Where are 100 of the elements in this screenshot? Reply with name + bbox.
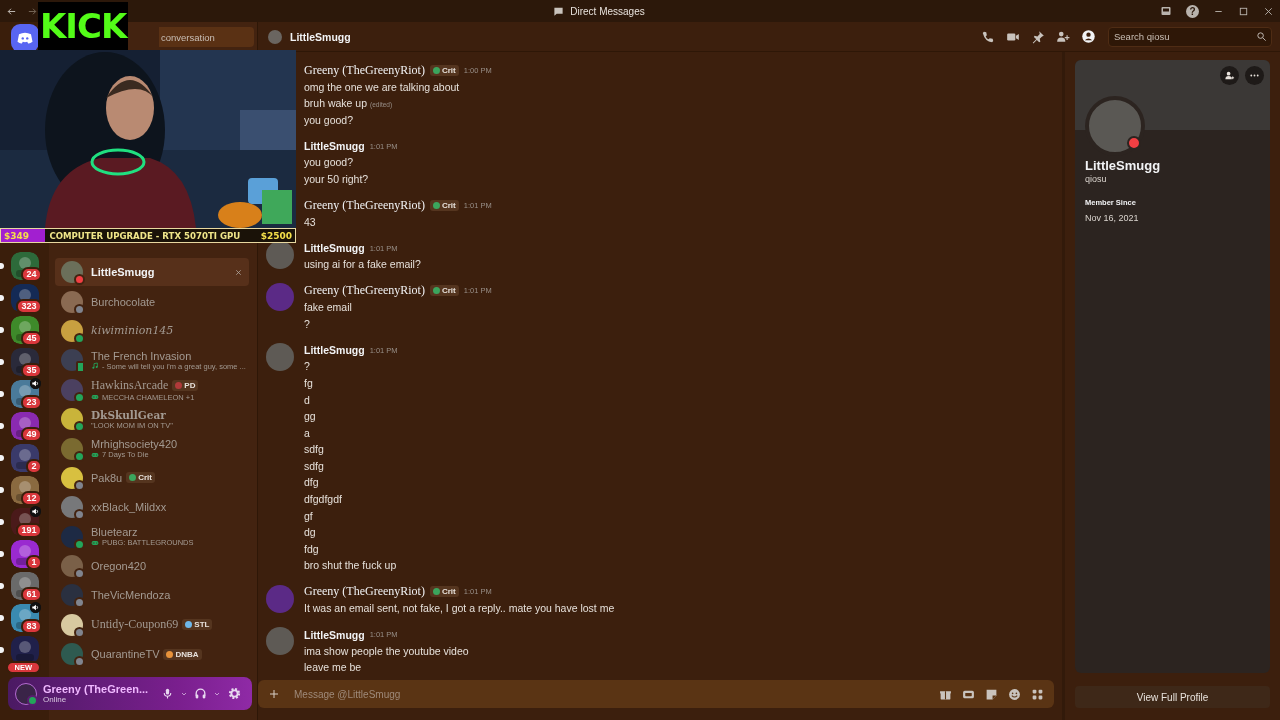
- unread-badge: 1: [26, 555, 42, 570]
- microphone-icon[interactable]: [161, 687, 174, 700]
- avatar: [61, 290, 83, 313]
- unread-indicator: [0, 647, 4, 653]
- inbox-icon[interactable]: [1160, 5, 1172, 17]
- dm-name: DkSkullGear: [91, 408, 166, 421]
- window-title: Direct Messages: [570, 5, 645, 17]
- unread-badge: 35: [21, 363, 42, 378]
- dm-name: Burchocolate: [91, 295, 156, 308]
- author-name[interactable]: Greeny (TheGreenyRiot): [304, 283, 425, 299]
- search-field[interactable]: Search qiosu: [1108, 26, 1272, 47]
- close-icon[interactable]: [234, 267, 243, 277]
- unread-indicator: [0, 359, 4, 365]
- dm-name: Untidy-Coupon69: [91, 617, 179, 633]
- status-dot: [1127, 136, 1141, 150]
- add-person-icon: [1224, 70, 1235, 81]
- unread-indicator: [0, 455, 4, 461]
- dm-item[interactable]: QuarantineTV DNBA: [55, 640, 249, 669]
- dm-name: Pak8u: [91, 471, 123, 484]
- emoji-icon[interactable]: [1008, 687, 1021, 701]
- author-name[interactable]: Greeny (TheGreenyRiot): [304, 197, 425, 213]
- dm-item[interactable]: LittleSmugg: [55, 258, 249, 287]
- conversation-search-button[interactable]: conversation: [159, 27, 254, 47]
- add-people-icon[interactable]: [1056, 29, 1070, 44]
- phone-icon[interactable]: [981, 29, 995, 44]
- message-text: gf: [304, 509, 313, 522]
- stream-logo: KICK: [38, 2, 129, 50]
- headphones-icon[interactable]: [194, 687, 207, 700]
- close-icon[interactable]: [1263, 5, 1274, 17]
- view-full-profile-button[interactable]: View Full Profile: [1075, 686, 1270, 708]
- dm-item[interactable]: Oregon420: [55, 551, 249, 581]
- settings-icon[interactable]: [227, 686, 242, 701]
- channel-title: LittleSmugg: [290, 30, 352, 43]
- dm-item[interactable]: kiwiminion145: [55, 316, 249, 346]
- guild-tag: STL: [182, 619, 213, 631]
- message-text: gg: [304, 410, 316, 423]
- profile-username: qiosu: [1085, 174, 1108, 184]
- message-field[interactable]: Message @LittleSmugg: [294, 685, 925, 703]
- message-text: d: [304, 393, 310, 406]
- author-name[interactable]: LittleSmugg: [304, 242, 365, 255]
- unread-badge: 23: [21, 395, 42, 410]
- guild-tag: Crit: [429, 586, 459, 598]
- back-arrow-icon[interactable]: [6, 5, 17, 17]
- search-icon: [1256, 30, 1267, 42]
- author-name[interactable]: LittleSmugg: [304, 628, 365, 641]
- dm-name: QuarantineTV: [91, 648, 160, 661]
- dm-name: Mrhighsociety420: [91, 438, 178, 451]
- avatar: [61, 319, 83, 342]
- dm-item[interactable]: Burchocolate: [55, 287, 249, 316]
- status-dot: [27, 694, 38, 706]
- unread-badge: 2: [26, 459, 42, 474]
- message-text: It was an email sent, not fake, I got a reply.. mate you have lost me: [304, 602, 615, 615]
- forward-arrow-icon[interactable]: [27, 5, 38, 17]
- dm-item[interactable]: TheVicMendoza: [55, 581, 249, 610]
- message-text: fdg: [304, 542, 319, 555]
- unread-badge: 61: [21, 587, 42, 602]
- avatar: [61, 525, 83, 548]
- goal-title: COMPUTER UPGRADE - RTX 5070TI GPU: [48, 230, 242, 241]
- guild-tag: DNBA: [163, 648, 202, 660]
- dm-item[interactable]: xxBlack_Mildxx: [55, 493, 249, 522]
- author-name[interactable]: LittleSmugg: [304, 140, 365, 153]
- author-name[interactable]: Greeny (TheGreenyRiot): [304, 584, 425, 600]
- message-text: bro shut the fuck up: [304, 559, 397, 572]
- message-text: leave me be: [304, 661, 362, 674]
- unread-indicator: [0, 551, 4, 557]
- unread-indicator: [0, 391, 4, 397]
- profile-name: LittleSmugg: [1085, 158, 1162, 173]
- avatar: [268, 29, 282, 44]
- message-text: fake email: [304, 301, 352, 314]
- user-name: Greeny (TheGreen...: [43, 683, 150, 695]
- discord-home-button[interactable]: [10, 24, 39, 52]
- user-avatar[interactable]: [15, 682, 37, 705]
- guild-tag: Crit: [429, 64, 459, 76]
- message-text: dfgdfgdf: [304, 493, 342, 506]
- message-text: using ai for a fake email?: [304, 258, 421, 271]
- author-name[interactable]: Greeny (TheGreenyRiot): [304, 62, 425, 78]
- unread-badge: 83: [21, 619, 42, 634]
- sticker-icon[interactable]: [985, 687, 998, 701]
- dm-name: HawkinsArcade: [91, 377, 169, 393]
- unread-badge: 191: [16, 523, 42, 538]
- message-text: ?: [304, 360, 310, 373]
- pin-icon[interactable]: [1031, 29, 1045, 44]
- unread-badge: 12: [21, 491, 42, 506]
- author-name[interactable]: LittleSmugg: [304, 344, 365, 356]
- help-button[interactable]: ?: [1186, 4, 1199, 18]
- dm-name: The French Invasion: [91, 349, 192, 362]
- dm-item[interactable]: Untidy-Coupon69 STL: [55, 610, 249, 640]
- dm-item[interactable]: Pak8u Crit: [55, 463, 249, 493]
- plus-icon[interactable]: [268, 688, 280, 700]
- user-profile-icon[interactable]: [1081, 29, 1096, 44]
- unread-badge: 24: [21, 267, 42, 282]
- unread-badge: 49: [21, 427, 42, 442]
- chat-bubble-icon: [553, 5, 565, 17]
- dm-name: kiwiminion145: [91, 324, 174, 338]
- apps-icon[interactable]: [1031, 687, 1044, 701]
- message-text: dfg: [304, 476, 319, 489]
- dm-name: LittleSmugg: [91, 266, 155, 279]
- maximize-icon[interactable]: [1238, 5, 1249, 17]
- unread-badge: 323: [16, 299, 42, 314]
- message-bar[interactable]: Message @LittleSmugg: [258, 680, 1054, 708]
